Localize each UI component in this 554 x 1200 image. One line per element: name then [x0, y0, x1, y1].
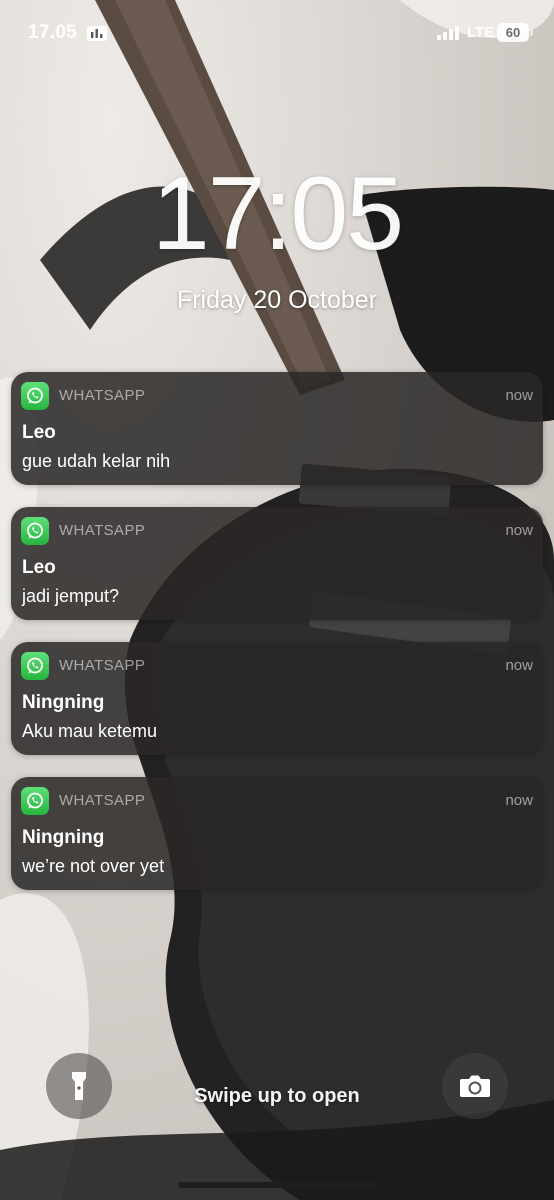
notification-card[interactable]: WHATSAPP now Leo jadi jemput? — [11, 507, 543, 620]
notification-app-name: WHATSAPP — [59, 387, 146, 404]
whatsapp-icon — [21, 517, 49, 545]
notification-time: now — [505, 387, 533, 404]
status-bar: 17.05 LTE 60 — [0, 0, 554, 60]
notification-app-name: WHATSAPP — [59, 657, 146, 674]
notification-message: we’re not over yet — [22, 856, 165, 876]
lock-screen-time: 17:05 — [151, 156, 404, 272]
battery-nub — [530, 29, 533, 36]
notification-sender: Ningning — [22, 692, 105, 713]
notification-card[interactable]: WHATSAPP now Ningning we’re not over yet — [11, 777, 543, 890]
notification-message: gue udah kelar nih — [22, 451, 171, 471]
notification-time: now — [505, 657, 533, 674]
status-time: 17.05 — [28, 22, 78, 43]
notification-time: now — [505, 792, 533, 809]
signal-icon — [437, 26, 459, 40]
notification-app-name: WHATSAPP — [59, 522, 146, 539]
notification-message: Aku mau ketemu — [22, 721, 158, 741]
camera-button[interactable] — [442, 1053, 508, 1119]
notification-sender: Ningning — [22, 827, 105, 848]
notification-app-name: WHATSAPP — [59, 792, 146, 809]
camera-icon — [460, 1075, 490, 1097]
battery-icon: 60 — [497, 23, 529, 42]
notification-sender: Leo — [22, 422, 56, 443]
notification-card[interactable]: WHATSAPP now Ningning Aku mau ketemu — [11, 642, 543, 755]
notification-message: jadi jemput? — [22, 586, 120, 606]
lock-screen-date: Friday 20 October — [176, 286, 378, 314]
notification-time: now — [505, 522, 533, 539]
whatsapp-icon — [21, 787, 49, 815]
stats-app-icon — [87, 26, 107, 41]
whatsapp-icon — [21, 652, 49, 680]
network-label: LTE — [467, 24, 495, 41]
whatsapp-icon — [21, 382, 49, 410]
notification-sender: Leo — [22, 557, 56, 578]
notification-card[interactable]: WHATSAPP now Leo gue udah kelar nih — [11, 372, 543, 485]
home-indicator[interactable] — [178, 1182, 376, 1188]
